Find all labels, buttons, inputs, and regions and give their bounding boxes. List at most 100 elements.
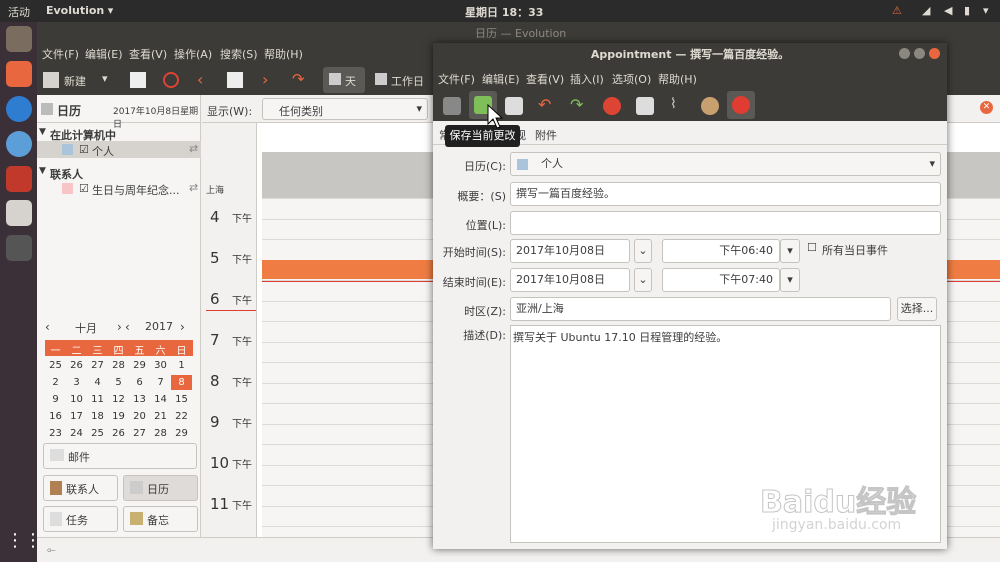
volume-icon[interactable]: ◀ bbox=[944, 4, 952, 17]
menu-file[interactable]: 文件(F) bbox=[438, 71, 475, 87]
day-cell[interactable]: 6 bbox=[129, 375, 150, 390]
day-cell[interactable]: 25 bbox=[87, 426, 108, 441]
tree-item-personal[interactable]: ☑ 个人 ⇄ bbox=[37, 141, 201, 158]
cut-icon[interactable] bbox=[443, 97, 461, 115]
day-cell[interactable]: 7 bbox=[150, 375, 171, 390]
battery-icon[interactable]: ▮ bbox=[964, 4, 970, 17]
allday-checkbox[interactable]: ☐ bbox=[807, 241, 817, 254]
day-cell[interactable]: 21 bbox=[150, 409, 171, 424]
switcher-tasks[interactable]: 任务 bbox=[43, 506, 118, 532]
tree-group-contacts[interactable]: ▼ 联系人 bbox=[37, 164, 201, 181]
menu-search[interactable]: 搜索(S) bbox=[220, 46, 258, 62]
next-month-icon[interactable]: › bbox=[117, 320, 122, 334]
app-menu[interactable]: Evolution ▾ bbox=[46, 4, 113, 17]
day-cell[interactable]: 4 bbox=[87, 375, 108, 390]
software-icon[interactable] bbox=[6, 61, 32, 87]
switcher-memos[interactable]: 备忘 bbox=[123, 506, 198, 532]
timezone-select-button[interactable]: 选择... bbox=[897, 297, 937, 321]
maximize-icon[interactable] bbox=[914, 48, 925, 59]
previous-icon[interactable]: ‹ bbox=[197, 70, 203, 89]
calendar-select[interactable]: 个人 ▾ bbox=[510, 152, 941, 176]
menu-help[interactable]: 帮助(H) bbox=[264, 46, 303, 62]
day-cell[interactable]: 26 bbox=[108, 426, 129, 441]
start-date-picker[interactable]: ⌄ bbox=[634, 239, 652, 263]
day-cell[interactable]: 27 bbox=[129, 426, 150, 441]
day-cell[interactable]: 30 bbox=[150, 358, 171, 373]
end-date-field[interactable]: 2017年10月08日 bbox=[510, 268, 630, 292]
day-cell[interactable]: 23 bbox=[45, 426, 66, 441]
go-to-icon[interactable]: ↷ bbox=[292, 70, 305, 88]
menu-view[interactable]: 查看(V) bbox=[129, 46, 167, 62]
tree-item-birthdays[interactable]: ☑ 生日与周年纪念... ⇄ bbox=[37, 180, 201, 197]
location-field[interactable] bbox=[510, 211, 941, 235]
day-cell[interactable]: 16 bbox=[45, 409, 66, 424]
recurrence-icon[interactable] bbox=[636, 97, 654, 115]
day-cell[interactable]: 24 bbox=[66, 426, 87, 441]
menu-options[interactable]: 选项(O) bbox=[612, 71, 651, 87]
end-date-picker[interactable]: ⌄ bbox=[634, 268, 652, 292]
tree-group-local[interactable]: ▼ 在此计算机中 bbox=[37, 125, 201, 142]
new-button[interactable]: 新建 bbox=[64, 73, 86, 89]
day-cell[interactable]: 1 bbox=[171, 358, 192, 373]
attachment-icon[interactable]: ⌇ bbox=[670, 96, 677, 112]
settings-icon[interactable] bbox=[6, 166, 32, 192]
update-icon[interactable]: ⚠ bbox=[892, 4, 902, 17]
day-cell[interactable]: 10 bbox=[66, 392, 87, 407]
category-select[interactable]: 任何类别 ▾ bbox=[262, 98, 428, 120]
day-view-button[interactable]: 天 bbox=[323, 67, 365, 93]
day-cell[interactable]: 27 bbox=[87, 358, 108, 373]
day-cell[interactable]: 9 bbox=[45, 392, 66, 407]
close-icon[interactable] bbox=[929, 48, 940, 59]
clear-search-icon[interactable]: ✕ bbox=[980, 101, 993, 114]
cancel-event-button[interactable] bbox=[727, 91, 755, 119]
checkbox-checked-icon[interactable]: ☑ bbox=[79, 143, 89, 156]
start-time-field[interactable]: 下午06:40 bbox=[662, 239, 780, 263]
menu-help[interactable]: 帮助(H) bbox=[658, 71, 697, 87]
evolution-icon[interactable] bbox=[6, 200, 32, 226]
browser-icon[interactable] bbox=[6, 131, 32, 157]
workday-view-button[interactable]: 工作日 bbox=[373, 67, 433, 93]
day-cell[interactable]: 29 bbox=[129, 358, 150, 373]
prev-month-icon[interactable]: ‹ bbox=[45, 320, 50, 334]
day-cell[interactable]: 12 bbox=[108, 392, 129, 407]
activities-button[interactable]: 活动 bbox=[8, 4, 30, 20]
next-year-icon[interactable]: › bbox=[180, 320, 185, 334]
menu-view[interactable]: 查看(V) bbox=[526, 71, 564, 87]
day-cell[interactable]: 25 bbox=[45, 358, 66, 373]
menu-insert[interactable]: 插入(I) bbox=[570, 71, 604, 87]
today-icon[interactable] bbox=[227, 72, 243, 88]
alarm-icon[interactable] bbox=[603, 97, 621, 115]
new-icon[interactable] bbox=[43, 72, 59, 88]
end-time-picker[interactable]: ▾ bbox=[780, 268, 800, 292]
minimize-icon[interactable] bbox=[899, 48, 910, 59]
day-cell[interactable]: 17 bbox=[66, 409, 87, 424]
clock[interactable]: 星期日 18：33 bbox=[465, 4, 543, 20]
online-status-icon[interactable]: ⟜ bbox=[47, 543, 56, 557]
print-icon[interactable] bbox=[130, 72, 146, 88]
day-cell[interactable]: 15 bbox=[171, 392, 192, 407]
day-cell[interactable]: 28 bbox=[108, 358, 129, 373]
switcher-contacts[interactable]: 联系人 bbox=[43, 475, 118, 501]
day-cell[interactable]: 20 bbox=[129, 409, 150, 424]
day-cell[interactable]: 5 bbox=[108, 375, 129, 390]
files-icon[interactable] bbox=[6, 26, 32, 52]
network-icon[interactable]: ◢ bbox=[922, 4, 930, 17]
prev-year-icon[interactable]: ‹ bbox=[125, 320, 130, 334]
meeting-icon[interactable] bbox=[701, 97, 719, 115]
new-dropdown-icon[interactable]: ▾ bbox=[102, 72, 108, 85]
day-cell[interactable]: 2 bbox=[45, 375, 66, 390]
network-tool-icon[interactable] bbox=[6, 235, 32, 261]
tab-attachments[interactable]: 附件 bbox=[535, 127, 557, 143]
print-icon[interactable] bbox=[505, 97, 523, 115]
start-date-field[interactable]: 2017年10月08日 bbox=[510, 239, 630, 263]
help-icon[interactable] bbox=[6, 96, 32, 122]
timezone-field[interactable]: 亚洲/上海 bbox=[510, 297, 891, 321]
day-cell[interactable]: 8 bbox=[171, 375, 192, 390]
redo-icon[interactable]: ↷ bbox=[570, 95, 583, 114]
start-time-picker[interactable]: ▾ bbox=[780, 239, 800, 263]
day-cell[interactable]: 22 bbox=[171, 409, 192, 424]
day-cell[interactable]: 28 bbox=[150, 426, 171, 441]
day-cell[interactable]: 26 bbox=[66, 358, 87, 373]
day-cell[interactable]: 19 bbox=[108, 409, 129, 424]
menu-file[interactable]: 文件(F) bbox=[42, 46, 79, 62]
